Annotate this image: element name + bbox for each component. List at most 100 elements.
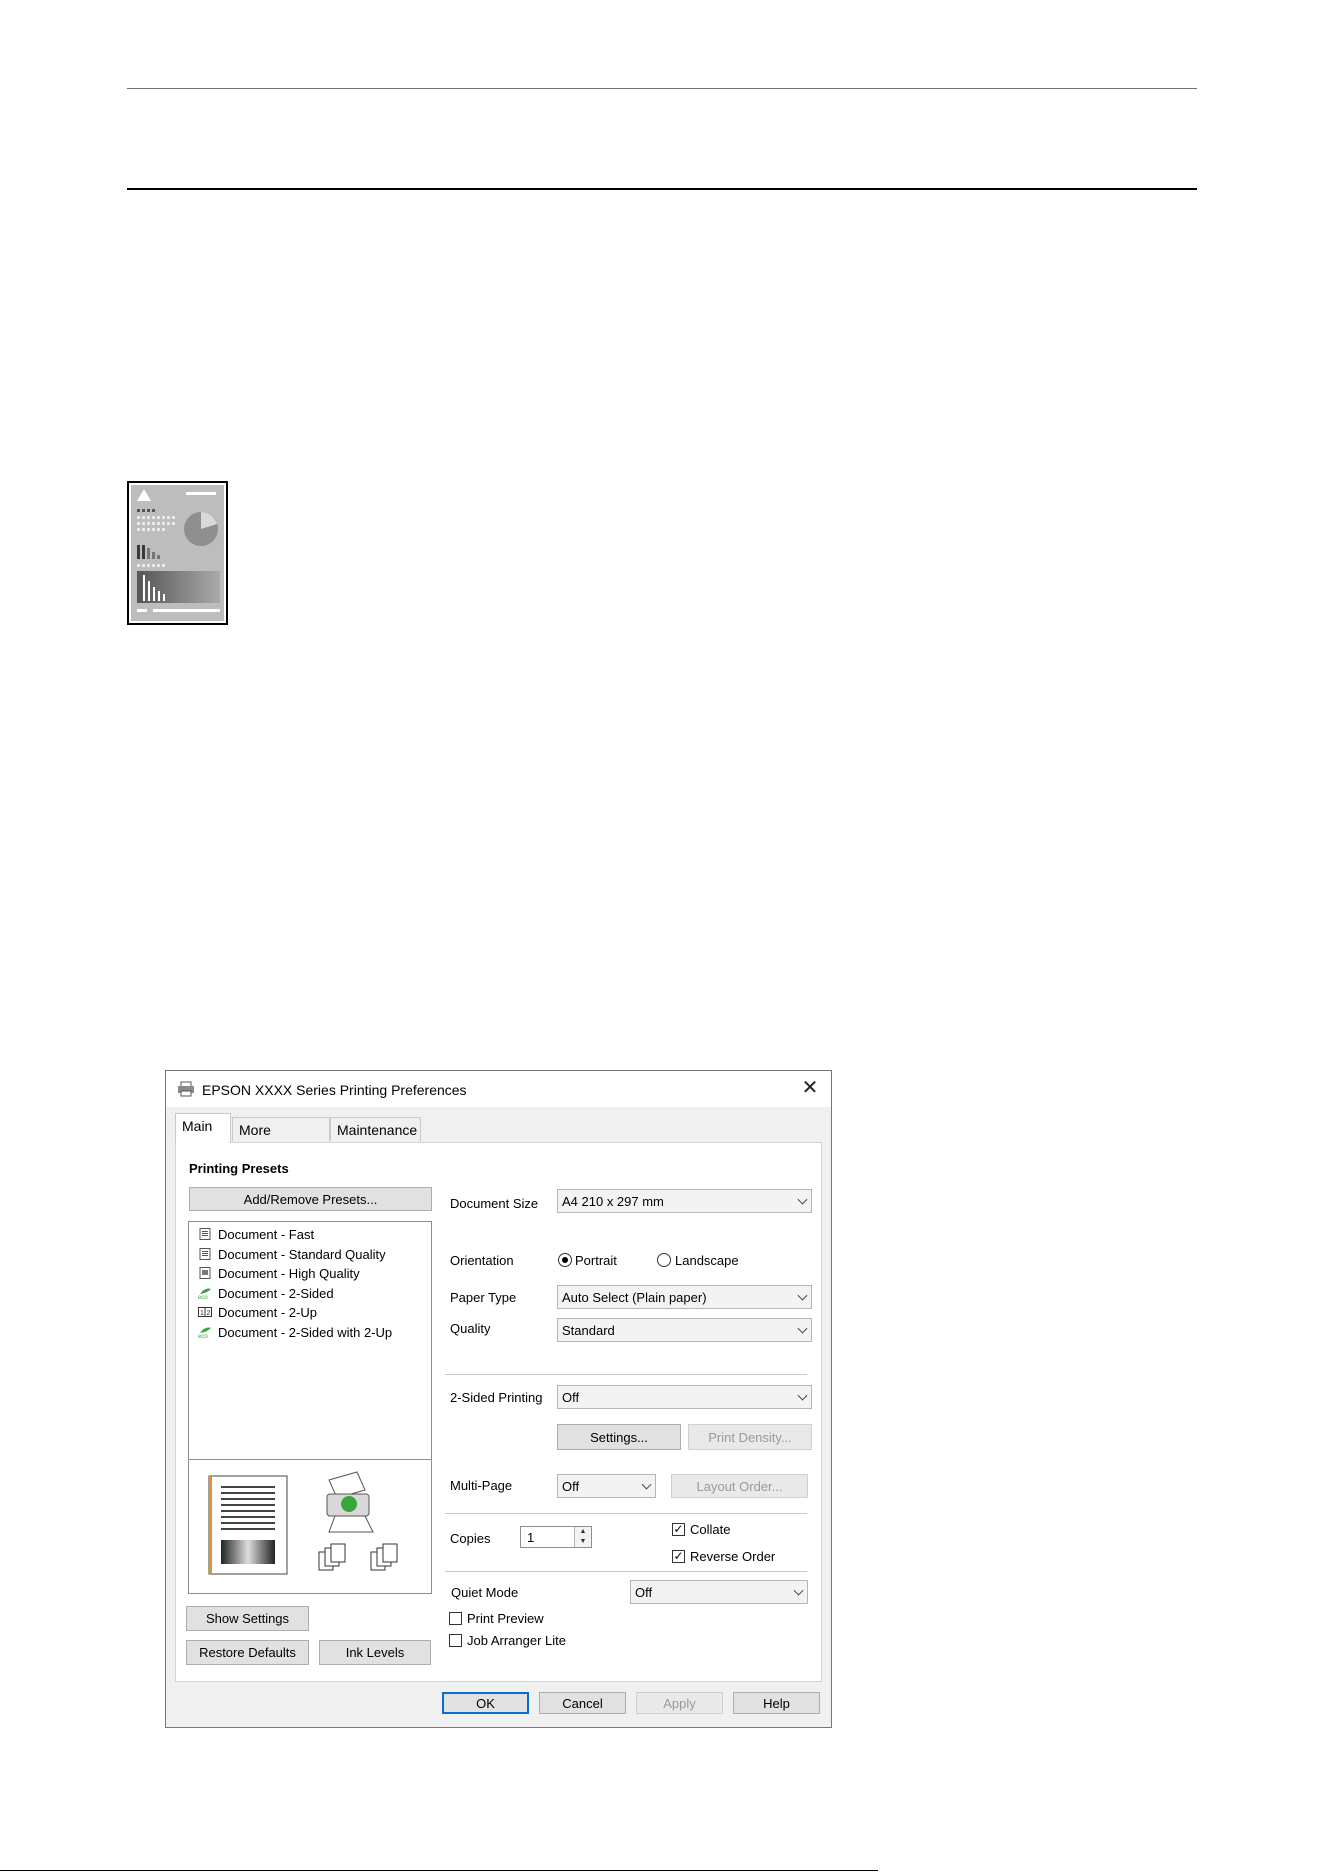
preset-item-standard[interactable]: Document - Standard Quality [198,1245,386,1263]
svg-text:eco: eco [198,1334,208,1338]
quality-value: Standard [562,1322,615,1338]
document-mode-icon [127,481,228,625]
paper-type-value: Auto Select (Plain paper) [562,1289,707,1305]
print-preview-area [188,1460,432,1594]
multi-page-value: Off [562,1478,580,1494]
portrait-label: Portrait [575,1253,617,1268]
job-arranger-lite-checkbox[interactable] [449,1634,462,1647]
preview-graphic [208,1471,398,1575]
print-density-button[interactable]: Print Density... [688,1424,812,1450]
spin-up-icon[interactable]: ▲ [575,1527,591,1537]
chevron-down-icon [797,1323,808,1334]
chevron-down-icon [797,1290,808,1301]
multi-page-select[interactable]: Off [557,1474,656,1498]
separator [445,1513,807,1514]
separator [445,1374,807,1375]
quality-select[interactable]: Standard [557,1318,812,1342]
page-header-rule [127,88,1197,89]
svg-text:1: 1 [200,1310,204,1317]
reverse-order-checkbox[interactable]: ✓ [672,1550,685,1563]
show-settings-button[interactable]: Show Settings [186,1606,309,1631]
eco-icon: eco [198,1288,211,1299]
two-sided-printing-value: Off [562,1389,580,1405]
chevron-down-icon [797,1194,808,1205]
preset-item-2-up[interactable]: 12 Document - 2-Up [198,1303,317,1321]
svg-text:2: 2 [207,1310,211,1317]
landscape-label: Landscape [675,1253,739,1268]
section-title-rule [127,188,1197,190]
preset-label: Document - 2-Sided with 2-Up [218,1324,393,1340]
spin-down-icon[interactable]: ▼ [575,1537,591,1547]
tab-maintenance-label: Maintenance [337,1122,418,1138]
paper-type-label: Paper Type [450,1290,517,1305]
dialog-title: EPSON XXXX Series Printing Preferences [202,1082,467,1098]
add-remove-presets-button[interactable]: Add/Remove Presets... [189,1187,432,1211]
chevron-down-icon [793,1585,804,1596]
two-sided-printing-label: 2-Sided Printing [450,1390,543,1405]
ink-levels-button[interactable]: Ink Levels [319,1640,431,1665]
dialog-titlebar: EPSON XXXX Series Printing Preferences ✕ [166,1071,831,1107]
presets-list[interactable]: Document - Fast Document - Standard Qual… [188,1221,432,1460]
chevron-down-icon [641,1479,652,1490]
preset-item-2-sided[interactable]: eco Document - 2-Sided [198,1284,334,1302]
quality-label: Quality [450,1321,491,1336]
preset-item-fast[interactable]: Document - Fast [198,1225,314,1243]
chevron-down-icon [797,1390,808,1401]
multi-page-label: Multi-Page [450,1478,513,1493]
collate-icons [318,1543,398,1571]
quiet-mode-select[interactable]: Off [630,1580,808,1604]
collate-label: Collate [690,1522,731,1537]
copies-label: Copies [450,1531,491,1546]
help-button[interactable]: Help [733,1692,820,1714]
preset-label: Document - 2-Up [218,1304,317,1320]
tab-main-label: Main [182,1118,213,1134]
print-preview-label: Print Preview [467,1611,544,1626]
svg-text:eco: eco [198,1295,208,1299]
quiet-mode-value: Off [635,1584,653,1600]
copies-value: 1 [527,1530,535,1545]
reverse-order-label: Reverse Order [690,1549,776,1564]
document-size-select[interactable]: A4 210 x 297 mm [557,1189,812,1213]
tab-maintenance[interactable]: Maintenance [330,1117,421,1141]
eco-icon: eco [198,1327,211,1338]
document-size-value: A4 210 x 297 mm [562,1193,664,1209]
apply-button[interactable]: Apply [636,1692,723,1714]
page-footer-rule [0,1870,878,1871]
document-mode-icon-graphic [131,485,224,621]
preset-label: Document - 2-Sided [218,1285,334,1301]
copies-spinner[interactable]: 1 ▲ ▼ [520,1526,592,1548]
printer-icon [178,1081,194,1097]
cancel-button[interactable]: Cancel [539,1692,626,1714]
printer-illustration [326,1471,374,1533]
document-icon [199,1228,211,1240]
preset-label: Document - High Quality [218,1265,360,1281]
two-up-icon: 12 [198,1307,212,1317]
quiet-mode-label: Quiet Mode [451,1585,519,1600]
copies-stepper[interactable]: ▲ ▼ [574,1527,591,1547]
settings-button[interactable]: Settings... [557,1424,681,1450]
orientation-label: Orientation [450,1253,514,1268]
tab-main[interactable]: Main [175,1113,231,1143]
ok-button[interactable]: OK [442,1692,529,1714]
preset-item-high-quality[interactable]: Document - High Quality [198,1264,360,1282]
preset-item-2-sided-2-up[interactable]: eco Document - 2-Sided with 2-Up [198,1323,392,1341]
collate-checkbox[interactable]: ✓ [672,1523,685,1536]
landscape-radio[interactable] [657,1253,671,1267]
preset-label: Document - Fast [218,1226,315,1242]
print-preview-checkbox[interactable] [449,1612,462,1625]
separator [445,1571,807,1572]
restore-defaults-button[interactable]: Restore Defaults [186,1640,309,1665]
two-sided-printing-select[interactable]: Off [557,1385,812,1409]
document-size-label: Document Size [450,1196,539,1211]
preset-label: Document - Standard Quality [218,1246,386,1262]
close-button[interactable]: ✕ [799,1077,821,1099]
job-arranger-lite-label: Job Arranger Lite [467,1633,567,1648]
photo-document-icon [199,1267,211,1279]
document-icon [199,1248,211,1260]
layout-order-button[interactable]: Layout Order... [671,1474,808,1498]
portrait-radio[interactable] [558,1253,572,1267]
paper-type-select[interactable]: Auto Select (Plain paper) [557,1285,812,1309]
paper-edge-indicator [209,1476,212,1574]
printing-presets-heading: Printing Presets [189,1161,289,1176]
tab-more-options[interactable]: More Options [232,1117,330,1162]
